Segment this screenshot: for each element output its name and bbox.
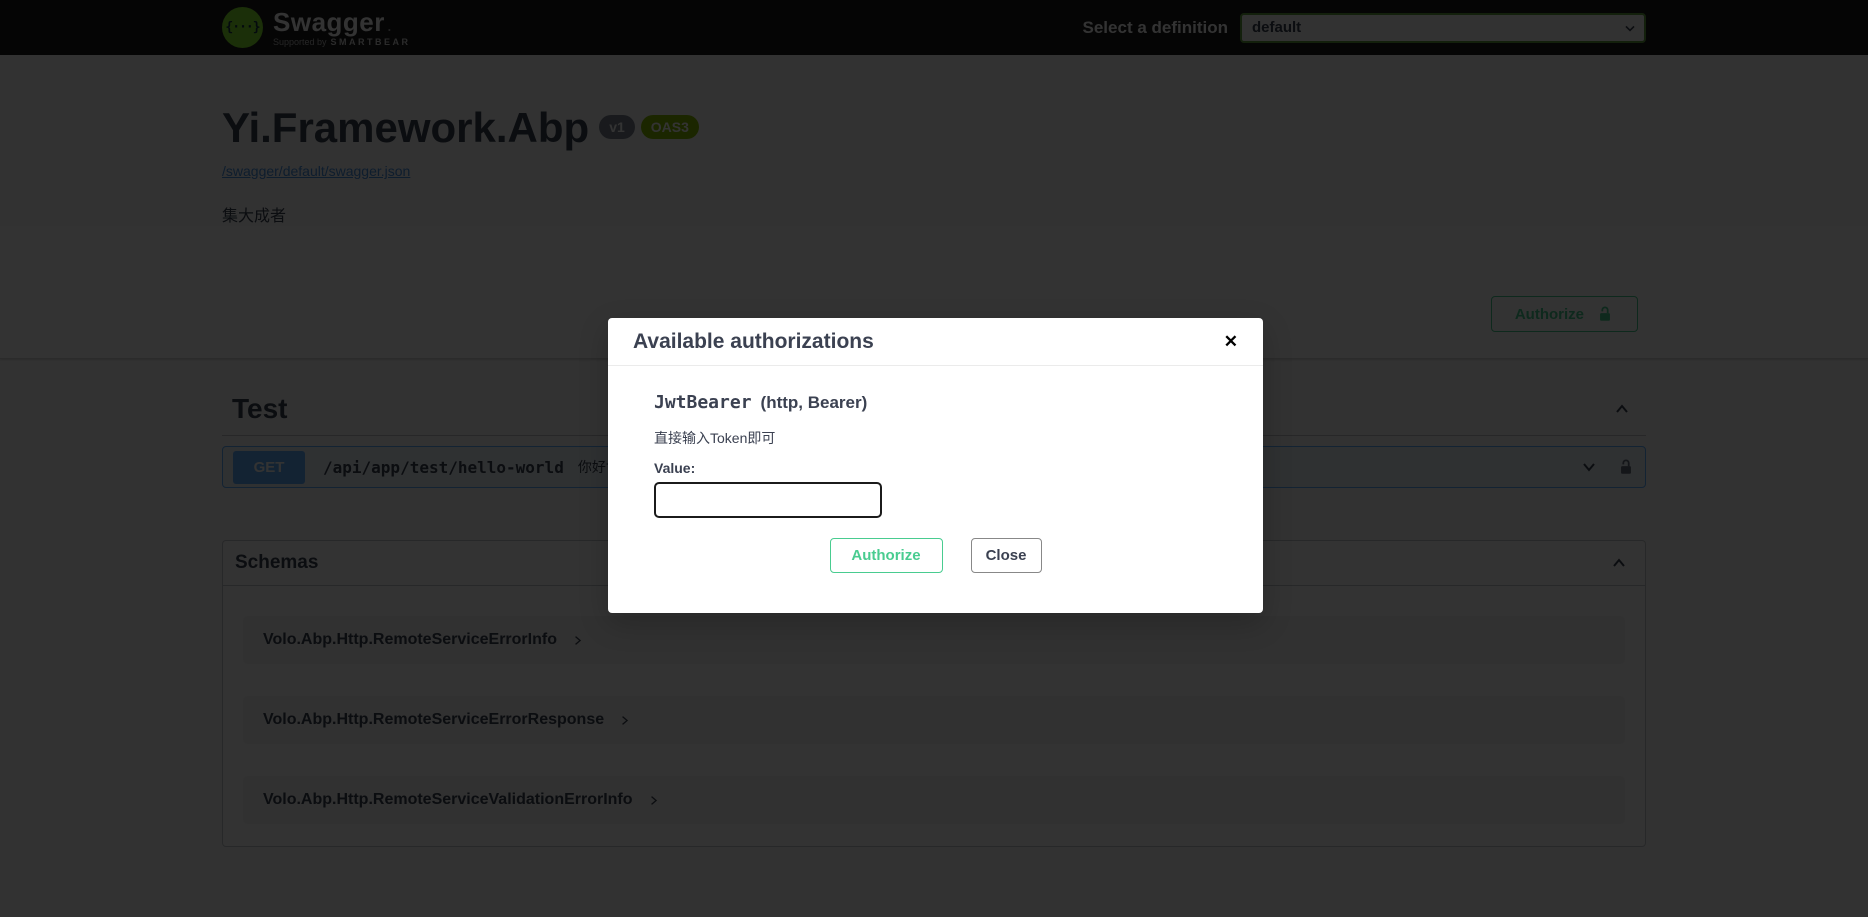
authorizations-modal: Available authorizations ✕ JwtBearer (ht…	[608, 318, 1263, 613]
modal-close-button[interactable]: Close	[971, 538, 1042, 573]
modal-authorize-button[interactable]: Authorize	[830, 538, 943, 573]
token-value-input[interactable]	[654, 482, 882, 518]
auth-scheme-description: 直接输入Token即可	[654, 428, 1217, 448]
auth-scheme-type: (http, Bearer)	[761, 393, 868, 413]
close-icon[interactable]: ✕	[1224, 332, 1238, 352]
auth-scheme-name: JwtBearer	[654, 392, 752, 413]
modal-title: Available authorizations	[633, 330, 874, 354]
value-label: Value:	[654, 460, 1217, 476]
